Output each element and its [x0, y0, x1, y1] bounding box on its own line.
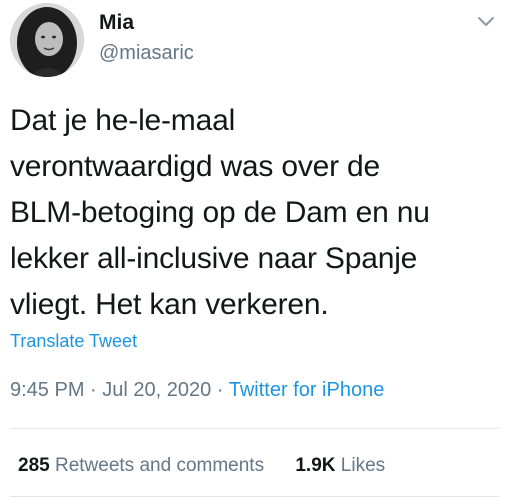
tweet-text: Dat je he-le-maal verontwaardigd was ove… — [10, 104, 430, 321]
likes-label: Likes — [340, 455, 386, 476]
tweet-stats: 285 Retweets and comments 1.9K Likes — [18, 453, 385, 479]
avatar[interactable] — [10, 3, 84, 77]
tweet-header: Mia @miasaric — [0, 0, 509, 80]
retweets-count: 285 — [18, 455, 50, 476]
author-name[interactable]: Mia — [99, 10, 134, 36]
likes-count: 1.9K — [295, 455, 336, 476]
divider — [10, 496, 499, 497]
tweet-time: 9:45 PM — [10, 379, 85, 401]
tweet-date: Jul 20, 2020 — [102, 379, 212, 401]
avatar-image — [10, 3, 84, 77]
translate-tweet-link[interactable]: Translate Tweet — [10, 330, 137, 352]
retweets-label: Retweets and comments — [54, 455, 265, 476]
chevron-down-icon[interactable] — [475, 10, 497, 32]
divider — [10, 428, 499, 429]
tweet-source-link[interactable]: Twitter for iPhone — [229, 379, 385, 401]
meta-separator: · — [216, 379, 224, 401]
retweets-stat[interactable]: 285 Retweets and comments — [18, 453, 264, 479]
likes-stat[interactable]: 1.9K Likes — [295, 453, 385, 479]
author-handle[interactable]: @miasaric — [99, 40, 194, 66]
tweet-meta: 9:45 PM · Jul 20, 2020 · Twitter for iPh… — [10, 377, 384, 403]
meta-separator: · — [90, 379, 97, 401]
